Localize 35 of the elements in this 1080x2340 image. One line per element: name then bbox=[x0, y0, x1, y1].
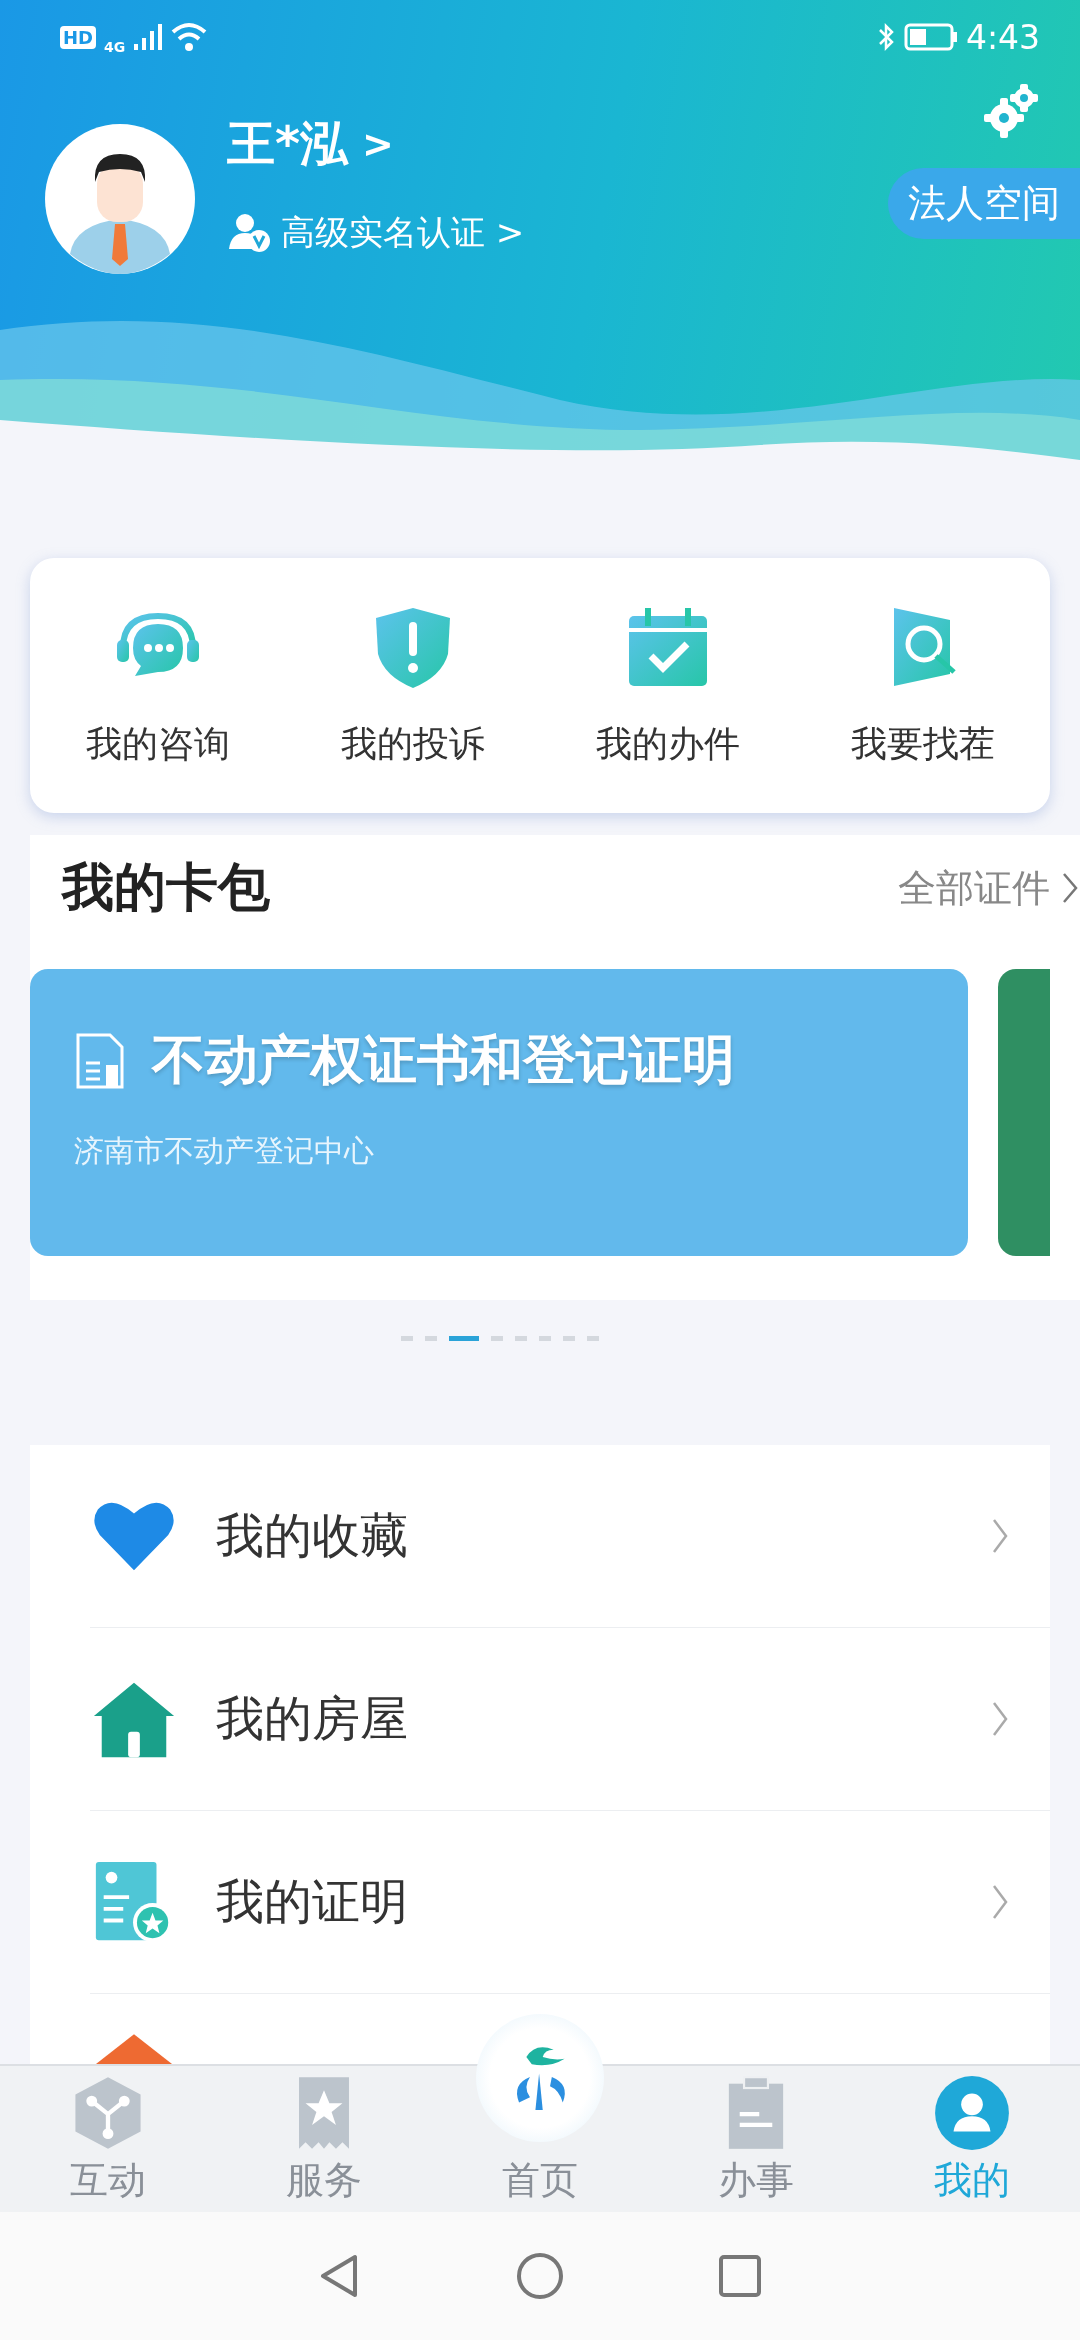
battery-icon bbox=[903, 23, 958, 51]
quick-action[interactable]: 我的投诉 bbox=[297, 602, 528, 769]
quick-action[interactable]: 我的咨询 bbox=[42, 602, 273, 769]
avatar-icon[interactable] bbox=[45, 124, 195, 274]
tab[interactable]: 服务 bbox=[286, 2075, 362, 2206]
certificate-card[interactable]: 不动产权证书和登记证明 济南市不动产登记中心 bbox=[30, 969, 968, 1256]
home-circle-icon[interactable] bbox=[515, 2251, 565, 2301]
tab[interactable]: 办事 bbox=[718, 2075, 794, 2206]
menu-label: 我的证明 bbox=[216, 1872, 409, 1931]
quick-action[interactable]: 我的办件 bbox=[552, 602, 783, 769]
menu-row[interactable]: 我的证明 bbox=[90, 1811, 1050, 1994]
hd-indicator: HD bbox=[60, 25, 96, 49]
menu-label: 我的收藏 bbox=[216, 1506, 409, 1565]
quick-action[interactable]: 我要找茬 bbox=[807, 602, 1038, 769]
legal-space-button[interactable]: 法人空间 bbox=[888, 168, 1080, 239]
verified-user-icon bbox=[227, 213, 271, 253]
section-title: 我的卡包 bbox=[62, 856, 270, 919]
menu-label: 我的房屋 bbox=[216, 1689, 409, 1748]
network-type: 4G bbox=[104, 39, 126, 55]
signal-icon bbox=[133, 22, 164, 52]
menu-row[interactable]: 我的房屋 bbox=[90, 1628, 1050, 1811]
card-issuer: 济南市不动产登记中心 bbox=[74, 1132, 375, 1170]
user-circle-icon bbox=[934, 2075, 1010, 2151]
certificate-card[interactable] bbox=[998, 969, 1050, 1256]
tab[interactable]: 我的 bbox=[934, 2075, 1010, 2206]
tab[interactable]: 首页 bbox=[502, 2155, 578, 2206]
verification-link[interactable]: 高级实名认证 > bbox=[281, 210, 525, 256]
tab[interactable]: 互动 bbox=[70, 2075, 146, 2206]
user-name[interactable]: 王*泓 bbox=[227, 112, 349, 176]
clock-time: 4:43 bbox=[965, 17, 1040, 57]
card-title: 不动产权证书和登记证明 bbox=[152, 1028, 735, 1092]
profile-arrow[interactable]: > bbox=[362, 122, 394, 166]
all-certificates-link[interactable]: 全部证件 bbox=[898, 862, 1080, 914]
wifi-icon bbox=[171, 22, 208, 52]
menu-row[interactable]: 我的收藏 bbox=[90, 1445, 1050, 1628]
